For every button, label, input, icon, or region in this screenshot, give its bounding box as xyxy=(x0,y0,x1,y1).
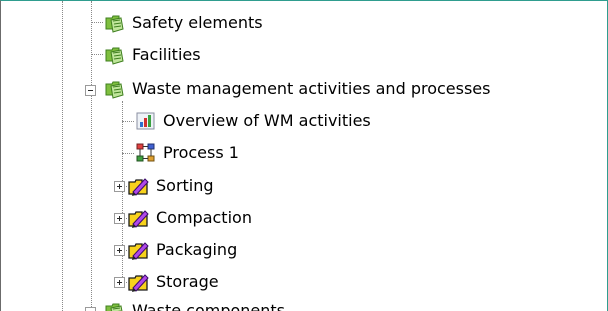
tree-item-label: Facilities xyxy=(132,45,201,64)
tree-item-compaction[interactable]: Compaction xyxy=(128,206,252,230)
flow-diagram-icon xyxy=(135,142,157,164)
tree-item-safety-elements[interactable]: Safety elements xyxy=(104,11,263,35)
yellow-folder-pencil-icon xyxy=(128,175,150,197)
tree-item-process-1[interactable]: Process 1 xyxy=(135,141,239,165)
tree-item-label: Packaging xyxy=(156,240,238,259)
collapse-button[interactable] xyxy=(85,85,96,96)
bar-chart-icon xyxy=(135,110,157,132)
expand-button[interactable] xyxy=(114,213,125,224)
tree-item-sorting[interactable]: Sorting xyxy=(128,174,214,198)
tree-connector xyxy=(91,54,103,55)
tree-item-packaging[interactable]: Packaging xyxy=(128,238,237,262)
tree-item-storage[interactable]: Storage xyxy=(128,270,219,294)
tree-item-label: Sorting xyxy=(156,176,214,195)
expand-button[interactable] xyxy=(114,245,125,256)
tree-item-label: Waste components xyxy=(132,301,285,311)
tree-item-label: Process 1 xyxy=(163,143,239,162)
tree-item-label: Storage xyxy=(156,272,219,291)
tree-connector xyxy=(91,22,103,23)
tree-item-waste-management-activities[interactable]: Waste management activities and processe… xyxy=(104,77,490,101)
folder-book-icon xyxy=(104,44,126,66)
tree-item-label: Compaction xyxy=(156,208,252,227)
collapse-button[interactable] xyxy=(85,307,96,311)
folder-book-icon xyxy=(104,12,126,34)
folder-book-icon xyxy=(104,78,126,100)
tree-item-label: Waste management activities and processe… xyxy=(132,79,491,98)
yellow-folder-pencil-icon xyxy=(128,271,150,293)
tree-item-facilities[interactable]: Facilities xyxy=(104,43,201,67)
tree-item-waste-components[interactable]: Waste components xyxy=(104,299,285,311)
tree-item-label: Overview of WM activities xyxy=(163,111,371,130)
expand-button[interactable] xyxy=(114,181,125,192)
yellow-folder-pencil-icon xyxy=(128,207,150,229)
tree-item-label: Safety elements xyxy=(132,13,263,32)
tree-view-panel[interactable]: Safety elements Facilities Waste managem… xyxy=(0,0,608,311)
tree-guide-line xyxy=(91,96,92,311)
tree-guide-line xyxy=(62,1,63,311)
tree-item-overview-wm-activities[interactable]: Overview of WM activities xyxy=(135,109,371,133)
tree-guide-line xyxy=(91,1,92,85)
tree-connector xyxy=(122,121,134,122)
yellow-folder-pencil-icon xyxy=(128,239,150,261)
expand-button[interactable] xyxy=(114,277,125,288)
tree-connector xyxy=(122,153,134,154)
folder-book-icon xyxy=(104,300,126,311)
